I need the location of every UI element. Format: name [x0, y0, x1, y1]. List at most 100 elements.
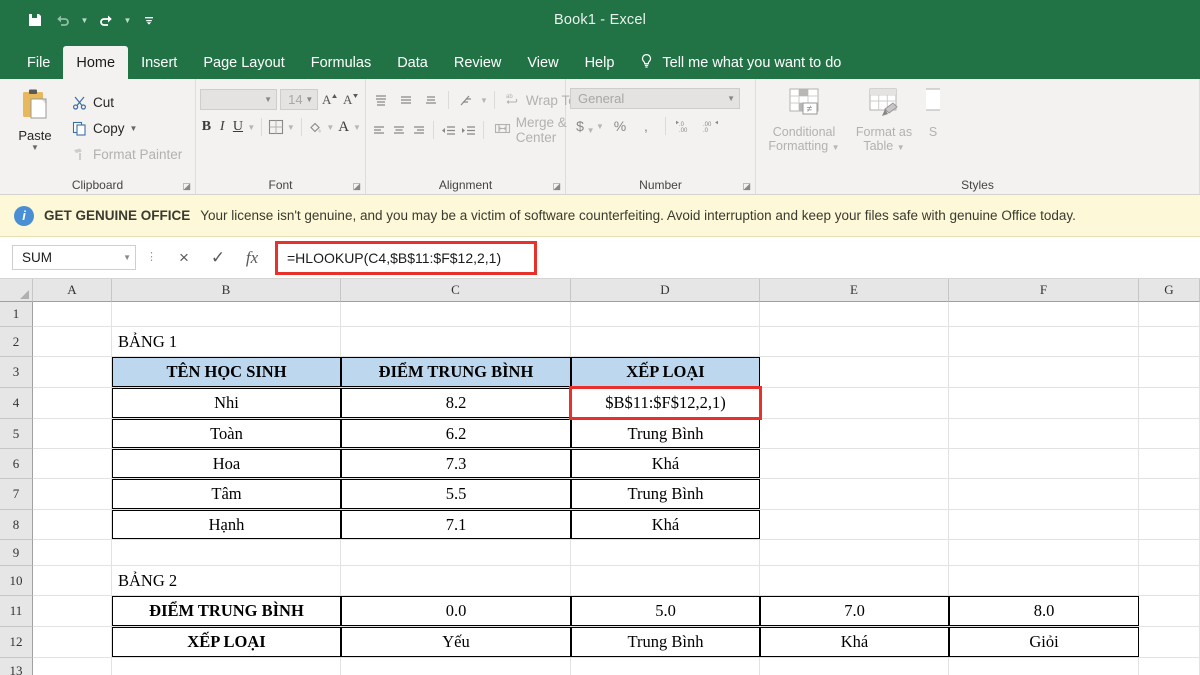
- row-header-1[interactable]: 1: [0, 302, 33, 327]
- tab-help[interactable]: Help: [572, 46, 628, 79]
- align-middle-icon[interactable]: [395, 90, 417, 111]
- row-header-10[interactable]: 10: [0, 566, 33, 596]
- row-header-5[interactable]: 5: [0, 419, 33, 449]
- cell-d6[interactable]: Khá: [571, 449, 760, 478]
- decrease-decimal-icon[interactable]: .00.0: [701, 115, 721, 137]
- align-left-icon[interactable]: [370, 120, 387, 141]
- column-header-b[interactable]: B: [112, 279, 341, 302]
- cell-d9[interactable]: [571, 540, 760, 565]
- cell-c10[interactable]: [341, 566, 571, 595]
- cell-b3[interactable]: TÊN HỌC SINH: [112, 357, 341, 387]
- font-color-dropdown-icon[interactable]: ▼: [353, 123, 361, 132]
- enter-formula-icon[interactable]: ✓: [201, 245, 235, 271]
- cell-c3[interactable]: ĐIỂM TRUNG BÌNH: [341, 357, 571, 387]
- row-header-11[interactable]: 11: [0, 596, 33, 627]
- cell-a1[interactable]: [33, 302, 112, 326]
- cell-a6[interactable]: [33, 449, 112, 478]
- format-painter-button[interactable]: Format Painter: [66, 142, 186, 166]
- increase-indent-icon[interactable]: [460, 120, 477, 141]
- column-header-e[interactable]: E: [760, 279, 949, 302]
- font-size-input[interactable]: 14 ▼: [280, 89, 318, 110]
- cell-d1[interactable]: [571, 302, 760, 326]
- row-header-4[interactable]: 4: [0, 388, 33, 419]
- tab-file[interactable]: File: [14, 46, 63, 79]
- clipboard-dialog-launcher-icon[interactable]: ◪: [182, 181, 191, 192]
- cell-f7[interactable]: [949, 479, 1139, 509]
- percent-button[interactable]: %: [610, 115, 630, 137]
- row-header-3[interactable]: 3: [0, 357, 33, 388]
- tab-page-layout[interactable]: Page Layout: [190, 46, 297, 79]
- cell-c5[interactable]: 6.2: [341, 419, 571, 448]
- font-name-input[interactable]: ▼: [200, 89, 277, 110]
- orientation-dropdown-icon[interactable]: ▼: [480, 96, 488, 105]
- cell-g9[interactable]: [1139, 540, 1200, 565]
- grow-font-icon[interactable]: A: [321, 88, 339, 110]
- number-format-select[interactable]: General ▼: [570, 88, 740, 109]
- tab-review[interactable]: Review: [441, 46, 515, 79]
- align-bottom-icon[interactable]: [420, 90, 442, 111]
- cell-d11[interactable]: 5.0: [571, 596, 760, 626]
- undo-icon[interactable]: [50, 7, 76, 33]
- cell-f5[interactable]: [949, 419, 1139, 448]
- cell-c2[interactable]: [341, 327, 571, 356]
- undo-dropdown-icon[interactable]: ▼: [78, 16, 91, 25]
- cell-styles-button[interactable]: S: [926, 84, 940, 176]
- conditional-formatting-dropdown-icon[interactable]: ▼: [832, 143, 840, 152]
- tab-insert[interactable]: Insert: [128, 46, 190, 79]
- column-header-g[interactable]: G: [1139, 279, 1200, 302]
- cell-e11[interactable]: 7.0: [760, 596, 949, 626]
- orientation-icon[interactable]: [455, 90, 477, 111]
- cell-e10[interactable]: [760, 566, 949, 595]
- underline-dropdown-icon[interactable]: ▼: [247, 123, 255, 132]
- column-header-a[interactable]: A: [33, 279, 112, 302]
- row-header-9[interactable]: 9: [0, 540, 33, 566]
- cell-a12[interactable]: [33, 627, 112, 657]
- cell-a2[interactable]: [33, 327, 112, 356]
- customize-qat-icon[interactable]: [136, 7, 162, 33]
- column-header-f[interactable]: F: [949, 279, 1139, 302]
- fill-color-dropdown-icon[interactable]: ▼: [326, 123, 334, 132]
- cell-e9[interactable]: [760, 540, 949, 565]
- row-header-8[interactable]: 8: [0, 510, 33, 540]
- cell-f3[interactable]: [949, 357, 1139, 387]
- underline-button[interactable]: U: [232, 116, 245, 138]
- insert-function-icon[interactable]: fx: [235, 245, 269, 271]
- cell-a5[interactable]: [33, 419, 112, 448]
- borders-dropdown-icon[interactable]: ▼: [287, 123, 295, 132]
- name-box-dropdown-icon[interactable]: ▼: [123, 253, 135, 262]
- increase-decimal-icon[interactable]: .0.00: [675, 115, 695, 137]
- cell-b11[interactable]: ĐIỂM TRUNG BÌNH: [112, 596, 341, 626]
- format-as-table-dropdown-icon[interactable]: ▼: [897, 143, 905, 152]
- cell-a9[interactable]: [33, 540, 112, 565]
- formula-input[interactable]: =HLOOKUP(C4,$B$11:$F$12,2,1): [275, 241, 537, 275]
- cell-g4[interactable]: [1139, 388, 1200, 418]
- column-header-d[interactable]: D: [571, 279, 760, 302]
- paste-dropdown-icon[interactable]: ▼: [31, 143, 39, 152]
- cell-a10[interactable]: [33, 566, 112, 595]
- cell-d7[interactable]: Trung Bình: [571, 479, 760, 509]
- cell-f2[interactable]: [949, 327, 1139, 356]
- tab-data[interactable]: Data: [384, 46, 441, 79]
- row-header-6[interactable]: 6: [0, 449, 33, 479]
- cell-f6[interactable]: [949, 449, 1139, 478]
- cell-g8[interactable]: [1139, 510, 1200, 539]
- cell-g11[interactable]: [1139, 596, 1200, 626]
- cell-b5[interactable]: Toàn: [112, 419, 341, 448]
- cell-g1[interactable]: [1139, 302, 1200, 326]
- format-as-table-button[interactable]: Format as Table ▼: [846, 84, 922, 176]
- cell-g3[interactable]: [1139, 357, 1200, 387]
- alignment-dialog-launcher-icon[interactable]: ◪: [552, 181, 561, 192]
- cut-button[interactable]: Cut: [66, 90, 186, 114]
- cell-g12[interactable]: [1139, 627, 1200, 657]
- copy-dropdown-icon[interactable]: ▼: [130, 124, 138, 133]
- tab-home[interactable]: Home: [63, 46, 128, 79]
- cell-f9[interactable]: [949, 540, 1139, 565]
- row-header-2[interactable]: 2: [0, 327, 33, 357]
- cell-a3[interactable]: [33, 357, 112, 387]
- cell-c8[interactable]: 7.1: [341, 510, 571, 539]
- cell-c1[interactable]: [341, 302, 571, 326]
- cell-a8[interactable]: [33, 510, 112, 539]
- cell-d13[interactable]: [571, 658, 760, 675]
- tab-formulas[interactable]: Formulas: [298, 46, 384, 79]
- fill-color-icon[interactable]: [307, 116, 323, 138]
